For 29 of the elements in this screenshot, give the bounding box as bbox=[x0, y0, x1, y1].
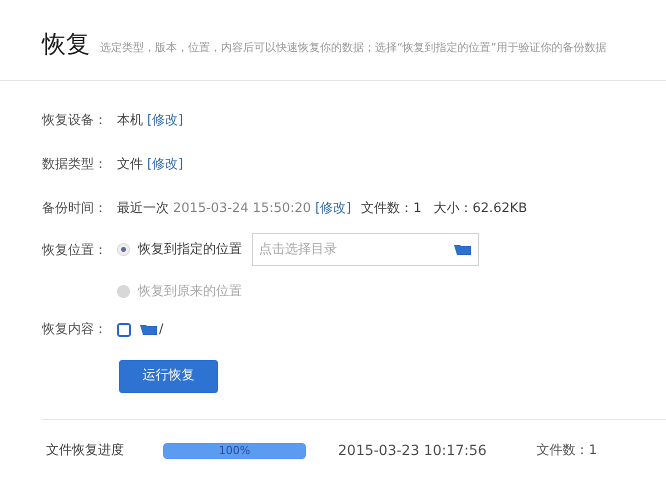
field-label: 恢复位置： bbox=[42, 242, 108, 260]
field-label: 数据类型： bbox=[42, 156, 108, 174]
progress-time: 2015-03-23 10:17:56 bbox=[338, 442, 487, 460]
field-label: 恢复设备： bbox=[42, 112, 108, 130]
field-label: 备份时间： bbox=[42, 200, 108, 218]
modify-link[interactable]: [修改] bbox=[147, 111, 184, 131]
modify-link[interactable]: [修改] bbox=[315, 199, 352, 219]
page-title: 恢复 bbox=[42, 32, 90, 56]
device-value: 本机 bbox=[117, 112, 143, 130]
run-restore-button[interactable]: 运行恢复 bbox=[119, 360, 218, 392]
radio-button[interactable] bbox=[117, 243, 130, 256]
backup-size: 大小：62.62KB bbox=[434, 200, 528, 218]
content-path: / bbox=[159, 320, 164, 339]
backup-time: 2015-03-24 15:50:20 bbox=[173, 200, 312, 218]
progress-file-count: 文件数：1 bbox=[536, 442, 597, 460]
field-label: 恢复内容： bbox=[42, 320, 108, 339]
folder-icon bbox=[140, 324, 157, 335]
directory-field[interactable]: 点击选择目录 bbox=[252, 233, 479, 266]
page-description: 选定类型，版本，位置，内容后可以快速恢复你的数据；选择“恢复到指定的位置”用于验证你的备份数据 bbox=[100, 40, 606, 56]
data-type-value: 文件 bbox=[117, 156, 143, 174]
file-count: 文件数：1 bbox=[361, 200, 422, 218]
modify-link[interactable]: [修改] bbox=[147, 155, 184, 175]
radio-button[interactable] bbox=[117, 285, 130, 298]
progress-percent: 100% bbox=[218, 443, 252, 459]
checkbox[interactable] bbox=[117, 322, 131, 336]
progress-label: 文件恢复进度 bbox=[46, 442, 125, 460]
folder-icon bbox=[454, 244, 471, 255]
radio-option[interactable]: 恢复到指定的位置 bbox=[117, 240, 242, 260]
backup-prefix: 最近一次 bbox=[117, 200, 169, 218]
